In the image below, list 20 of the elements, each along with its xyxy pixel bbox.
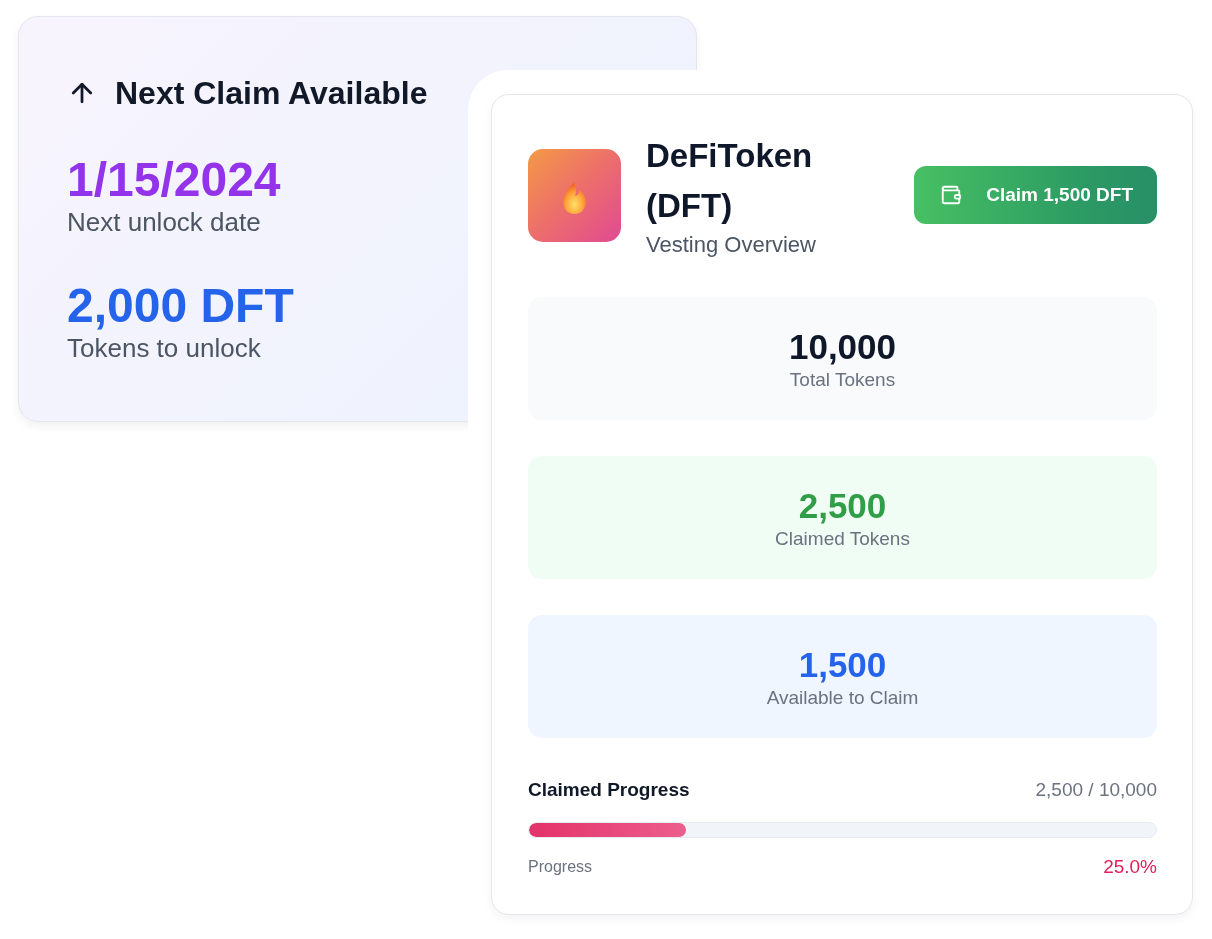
stat-value: 1,500 [798,643,887,686]
next-claim-title: Next Claim Available [115,74,428,113]
stat-label: Tokens to unlock [67,333,261,363]
progress-reading: 2,500 / 10,000 [1035,778,1157,802]
wallet-icon [940,184,963,206]
stat-value: 2,500 [798,484,887,527]
stat-value: 2,000 DFT [67,279,294,333]
progress-label: Progress [528,857,593,877]
stat-label: Available to Claim [766,685,919,710]
progress-percent: 25.0% [1103,856,1157,878]
flame-icon [528,148,621,242]
stat-label: Total Tokens [789,367,896,392]
card-subtitle: Vesting Overview [646,231,816,259]
stat-label: Next unlock date [67,207,261,237]
stat-value: 1/15/2024 [67,153,281,207]
claim-button[interactable]: Claim 1,500 DFT [914,166,1157,224]
progress-title: Claimed Progress [528,778,690,802]
token-name: DeFiToken (DFT) [646,136,814,226]
stat-value: 10,000 [788,325,897,368]
stat-label: Claimed Tokens [775,526,910,551]
